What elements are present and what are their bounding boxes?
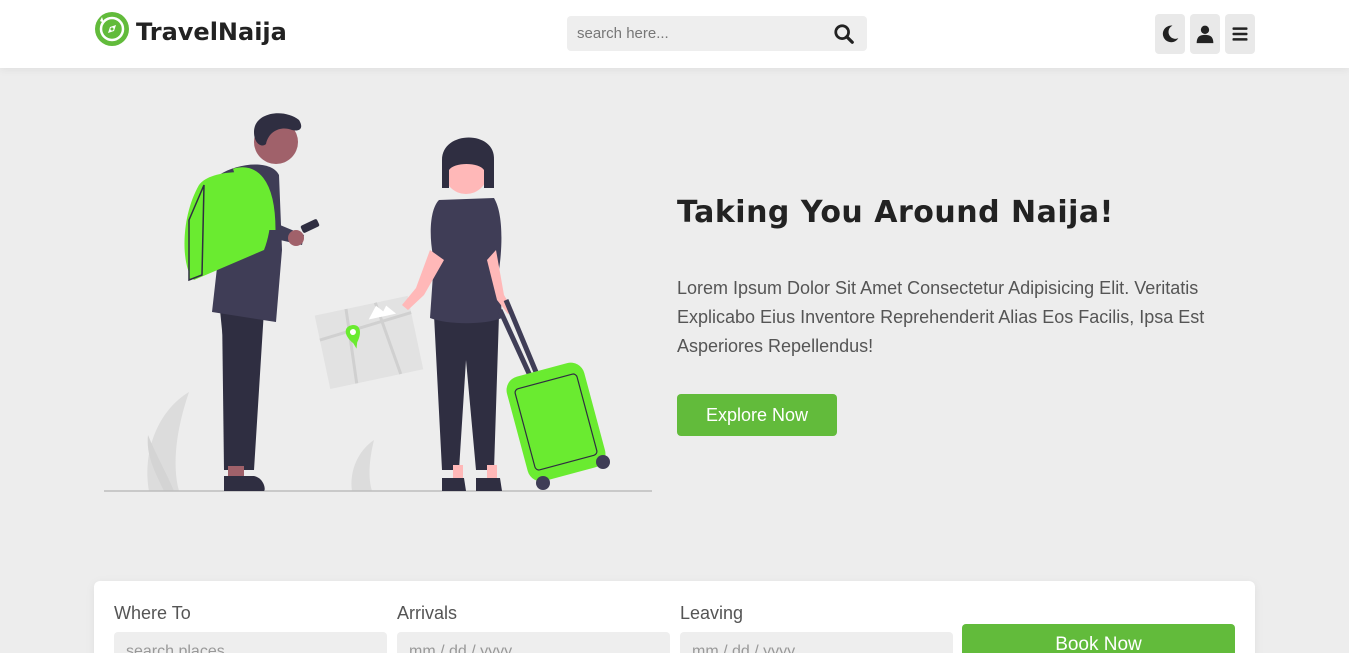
where-to-input[interactable]: [114, 632, 387, 653]
where-to-label: Where To: [114, 603, 191, 623]
search-icon[interactable]: [833, 23, 855, 45]
brand-name: TravelNaija: [136, 18, 287, 46]
menu-icon: [1232, 27, 1248, 41]
leaving-label: Leaving: [680, 603, 744, 623]
search-box: [567, 16, 867, 51]
arrivals-date-input[interactable]: [397, 632, 670, 653]
book-now-button[interactable]: Book Now: [962, 624, 1235, 653]
account-button[interactable]: [1190, 14, 1220, 54]
arrivals-field-group: Arrivals: [397, 603, 670, 653]
hero-description: Lorem Ipsum Dolor Sit Amet Consectetur A…: [677, 278, 1205, 356]
hero-title: Taking You Around Naija!: [677, 195, 1114, 230]
menu-button[interactable]: [1225, 14, 1255, 54]
explore-now-button[interactable]: Explore Now: [677, 394, 837, 436]
leaving-field-group: Leaving: [680, 603, 953, 653]
brand-logo[interactable]: TravelNaija: [94, 11, 287, 47]
site-header: TravelNaija: [0, 0, 1349, 68]
arrivals-label: Arrivals: [397, 603, 458, 623]
moon-icon: [1162, 25, 1179, 43]
user-icon: [1196, 25, 1214, 44]
theme-toggle-button[interactable]: [1155, 14, 1185, 54]
leaving-date-input[interactable]: [680, 632, 953, 653]
search-input[interactable]: [567, 16, 817, 51]
where-to-field-group: Where To: [114, 603, 387, 653]
booking-form: Where To Arrivals Leaving Book Now: [94, 581, 1255, 653]
travelers-illustration: [104, 113, 652, 492]
compass-icon: [95, 12, 129, 46]
